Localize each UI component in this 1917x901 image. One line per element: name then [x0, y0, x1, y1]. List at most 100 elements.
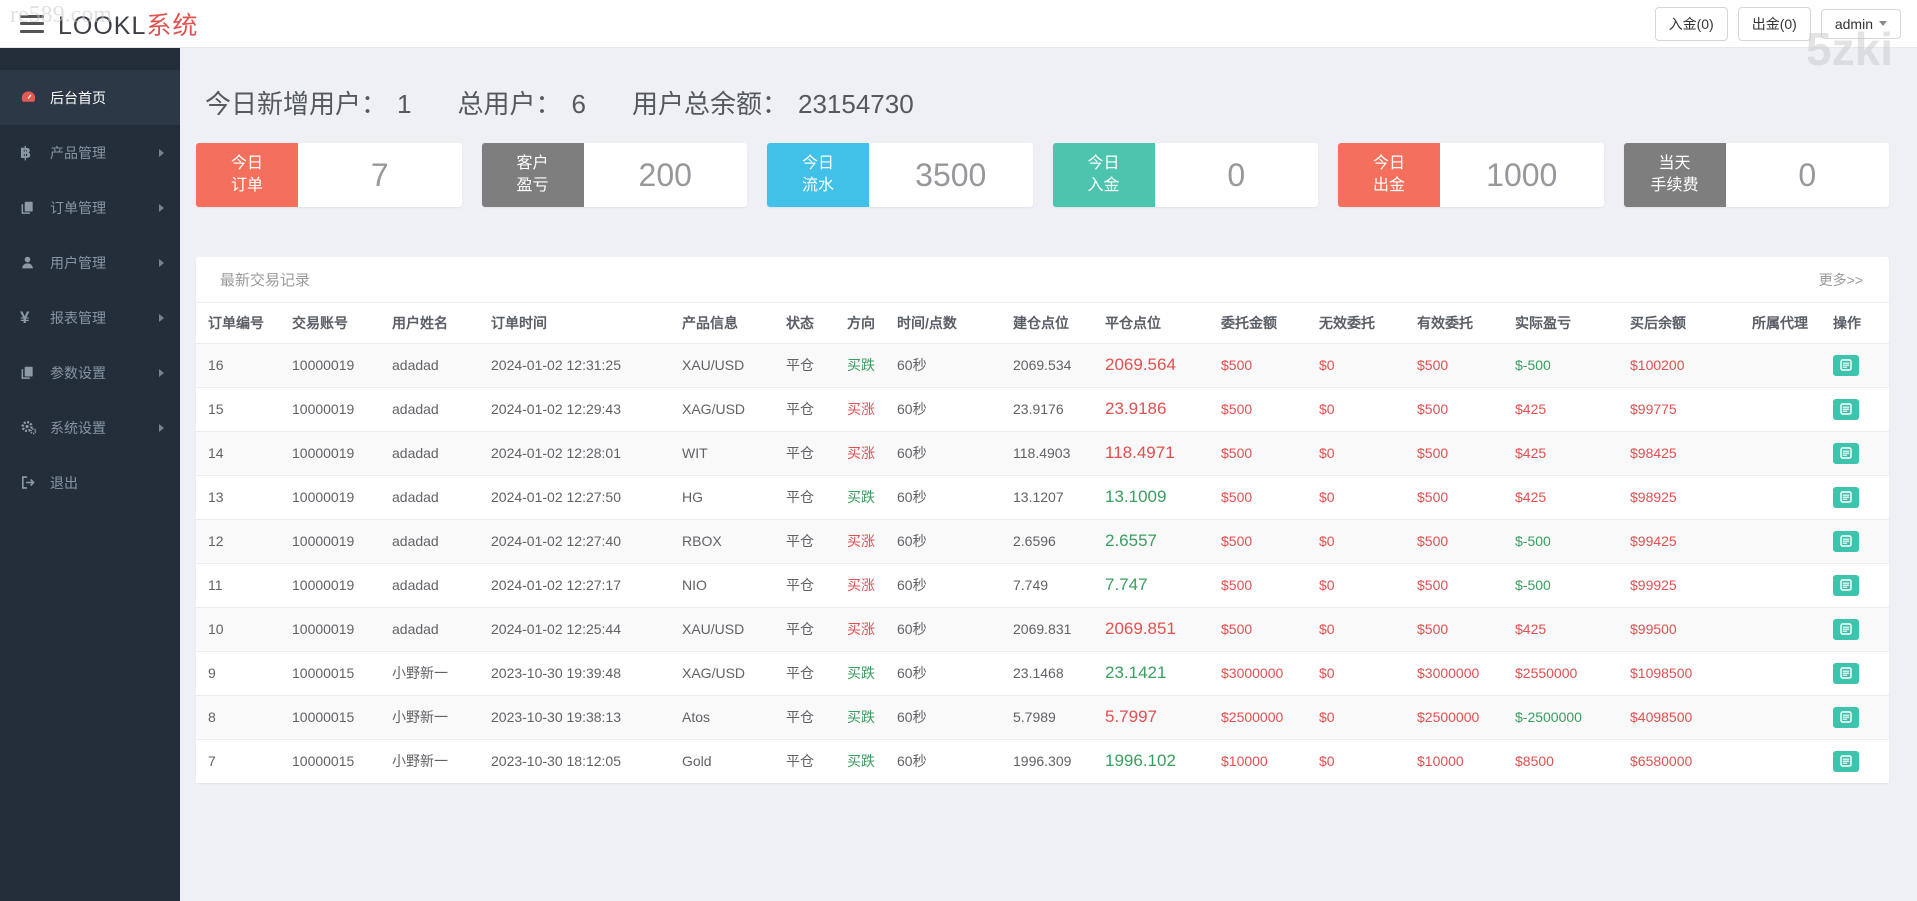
cell-valid: $2500000 [1413, 694, 1511, 739]
view-order-button[interactable] [1833, 618, 1859, 640]
cell-period: 60秒 [893, 694, 1009, 739]
cell-amount: $500 [1217, 474, 1315, 519]
withdraw-button[interactable]: 出金(0) [1737, 6, 1811, 41]
cell-open: 13.1207 [1009, 474, 1101, 519]
order-detail-icon [1840, 579, 1852, 591]
sidebar-item-reports[interactable]: ¥ 报表管理 [0, 290, 180, 345]
cell-direction: 买涨 [843, 562, 893, 607]
cell-invalid: $0 [1315, 738, 1413, 783]
view-order-button[interactable] [1833, 398, 1859, 420]
cell-direction: 买跌 [843, 474, 893, 519]
dashboard-icon [20, 89, 50, 106]
cell-invalid: $0 [1315, 430, 1413, 475]
cell-agent [1748, 694, 1829, 739]
sidebar-item-logout[interactable]: 退出 [0, 455, 180, 510]
user-menu-label: admin [1834, 15, 1873, 32]
sidebar-item-parameters[interactable]: 参数设置 [0, 345, 180, 400]
cell-status: 平仓 [782, 738, 843, 783]
sidebar-item-dashboard[interactable]: 后台首页 [0, 70, 180, 125]
cell-id: 15 [196, 386, 288, 431]
cell-action [1829, 474, 1889, 519]
view-order-button[interactable] [1833, 530, 1859, 552]
chevron-right-icon [159, 203, 164, 212]
view-order-button[interactable] [1833, 750, 1859, 772]
col-header: 委托金额 [1221, 314, 1277, 331]
topbar-actions: 入金(0) 出金(0) admin [1654, 6, 1901, 41]
cell-account: 10000015 [288, 650, 388, 695]
cell-time: 2024-01-02 12:28:01 [487, 430, 678, 475]
view-order-button[interactable] [1833, 354, 1859, 376]
cell-amount: $500 [1217, 562, 1315, 607]
sidebar-item-orders[interactable]: 订单管理 [0, 180, 180, 235]
cell-valid: $500 [1413, 342, 1511, 387]
col-header: 所属代理 [1752, 314, 1808, 331]
cell-id: 7 [196, 738, 288, 783]
cell-valid: $10000 [1413, 738, 1511, 783]
cell-action [1829, 606, 1889, 651]
sidebar-item-products[interactable]: ฿ 产品管理 [0, 125, 180, 180]
cell-open: 118.4903 [1009, 430, 1101, 475]
stat-value: 7 [370, 156, 389, 193]
deposit-button[interactable]: 入金(0) [1654, 6, 1728, 41]
col-header: 有效委托 [1417, 314, 1473, 331]
summary-stats: 今日新增用户： 1 总用户： 6 用户总余额： 23154730 [205, 84, 1889, 121]
user-menu[interactable]: admin [1820, 8, 1901, 39]
table-header-row: 订单编号 交易账号 用户姓名 订单时间 产品信息 状态 方向 时间/点数 建仓点… [196, 303, 1889, 343]
menu-toggle-icon[interactable] [20, 14, 44, 33]
view-order-button[interactable] [1833, 662, 1859, 684]
sidebar-item-label: 退出 [50, 474, 78, 491]
cell-name: adadad [388, 518, 487, 563]
cell-invalid: $0 [1315, 342, 1413, 387]
cell-amount: $500 [1217, 430, 1315, 475]
table-row: 9 10000015 小野新一 2023-10-30 19:39:48 XAG/USD 平… [196, 650, 1889, 695]
chevron-down-icon [1879, 21, 1887, 26]
cell-action [1829, 738, 1889, 783]
sidebar-item-system-settings[interactable]: 系统设置 [0, 400, 180, 455]
order-detail-icon [1840, 711, 1852, 723]
yen-icon: ¥ [20, 307, 30, 327]
cell-amount: $2500000 [1217, 694, 1315, 739]
view-order-button[interactable] [1833, 706, 1859, 728]
cell-status: 平仓 [782, 562, 843, 607]
app-logo: LOOKL系统 [58, 6, 198, 42]
cell-balance: $4098500 [1626, 694, 1748, 739]
cell-balance: $1098500 [1626, 650, 1748, 695]
total-balance-value: 23154730 [797, 89, 914, 119]
cell-invalid: $0 [1315, 562, 1413, 607]
logo-accent-text: 系统 [146, 11, 199, 40]
cell-time: 2023-10-30 18:12:05 [487, 738, 678, 783]
table-row: 11 10000019 adadad 2024-01-02 12:27:17 NIO 平仓… [196, 562, 1889, 607]
sidebar-item-users[interactable]: 用户管理 [0, 235, 180, 290]
cell-balance: $98425 [1626, 430, 1748, 475]
cell-status: 平仓 [782, 650, 843, 695]
transactions-table: 订单编号 交易账号 用户姓名 订单时间 产品信息 状态 方向 时间/点数 建仓点… [196, 303, 1889, 783]
cell-balance: $99775 [1626, 386, 1748, 431]
view-order-button[interactable] [1833, 442, 1859, 464]
cell-product: Atos [678, 694, 782, 739]
cell-account: 10000015 [288, 738, 388, 783]
cell-id: 12 [196, 518, 288, 563]
col-header: 交易账号 [292, 314, 348, 331]
col-header: 产品信息 [682, 314, 738, 331]
col-header: 建仓点位 [1013, 314, 1069, 331]
cell-valid: $500 [1413, 562, 1511, 607]
cell-invalid: $0 [1315, 650, 1413, 695]
cell-name: adadad [388, 430, 487, 475]
cell-name: 小野新一 [388, 650, 487, 695]
view-order-button[interactable] [1833, 574, 1859, 596]
cell-open: 23.1468 [1009, 650, 1101, 695]
cell-invalid: $0 [1315, 518, 1413, 563]
table-row: 12 10000019 adadad 2024-01-02 12:27:40 RBOX 平… [196, 518, 1889, 563]
view-order-button[interactable] [1833, 486, 1859, 508]
params-icon [20, 365, 50, 380]
cell-product: XAU/USD [678, 606, 782, 651]
cell-close: 23.9186 [1101, 386, 1217, 431]
cell-account: 10000019 [288, 430, 388, 475]
more-link[interactable]: 更多>> [1819, 270, 1863, 290]
cell-action [1829, 518, 1889, 563]
cell-status: 平仓 [782, 606, 843, 651]
col-header: 订单时间 [491, 314, 547, 331]
cell-time: 2024-01-02 12:29:43 [487, 386, 678, 431]
cell-profit: $-500 [1511, 562, 1626, 607]
cell-period: 60秒 [893, 606, 1009, 651]
